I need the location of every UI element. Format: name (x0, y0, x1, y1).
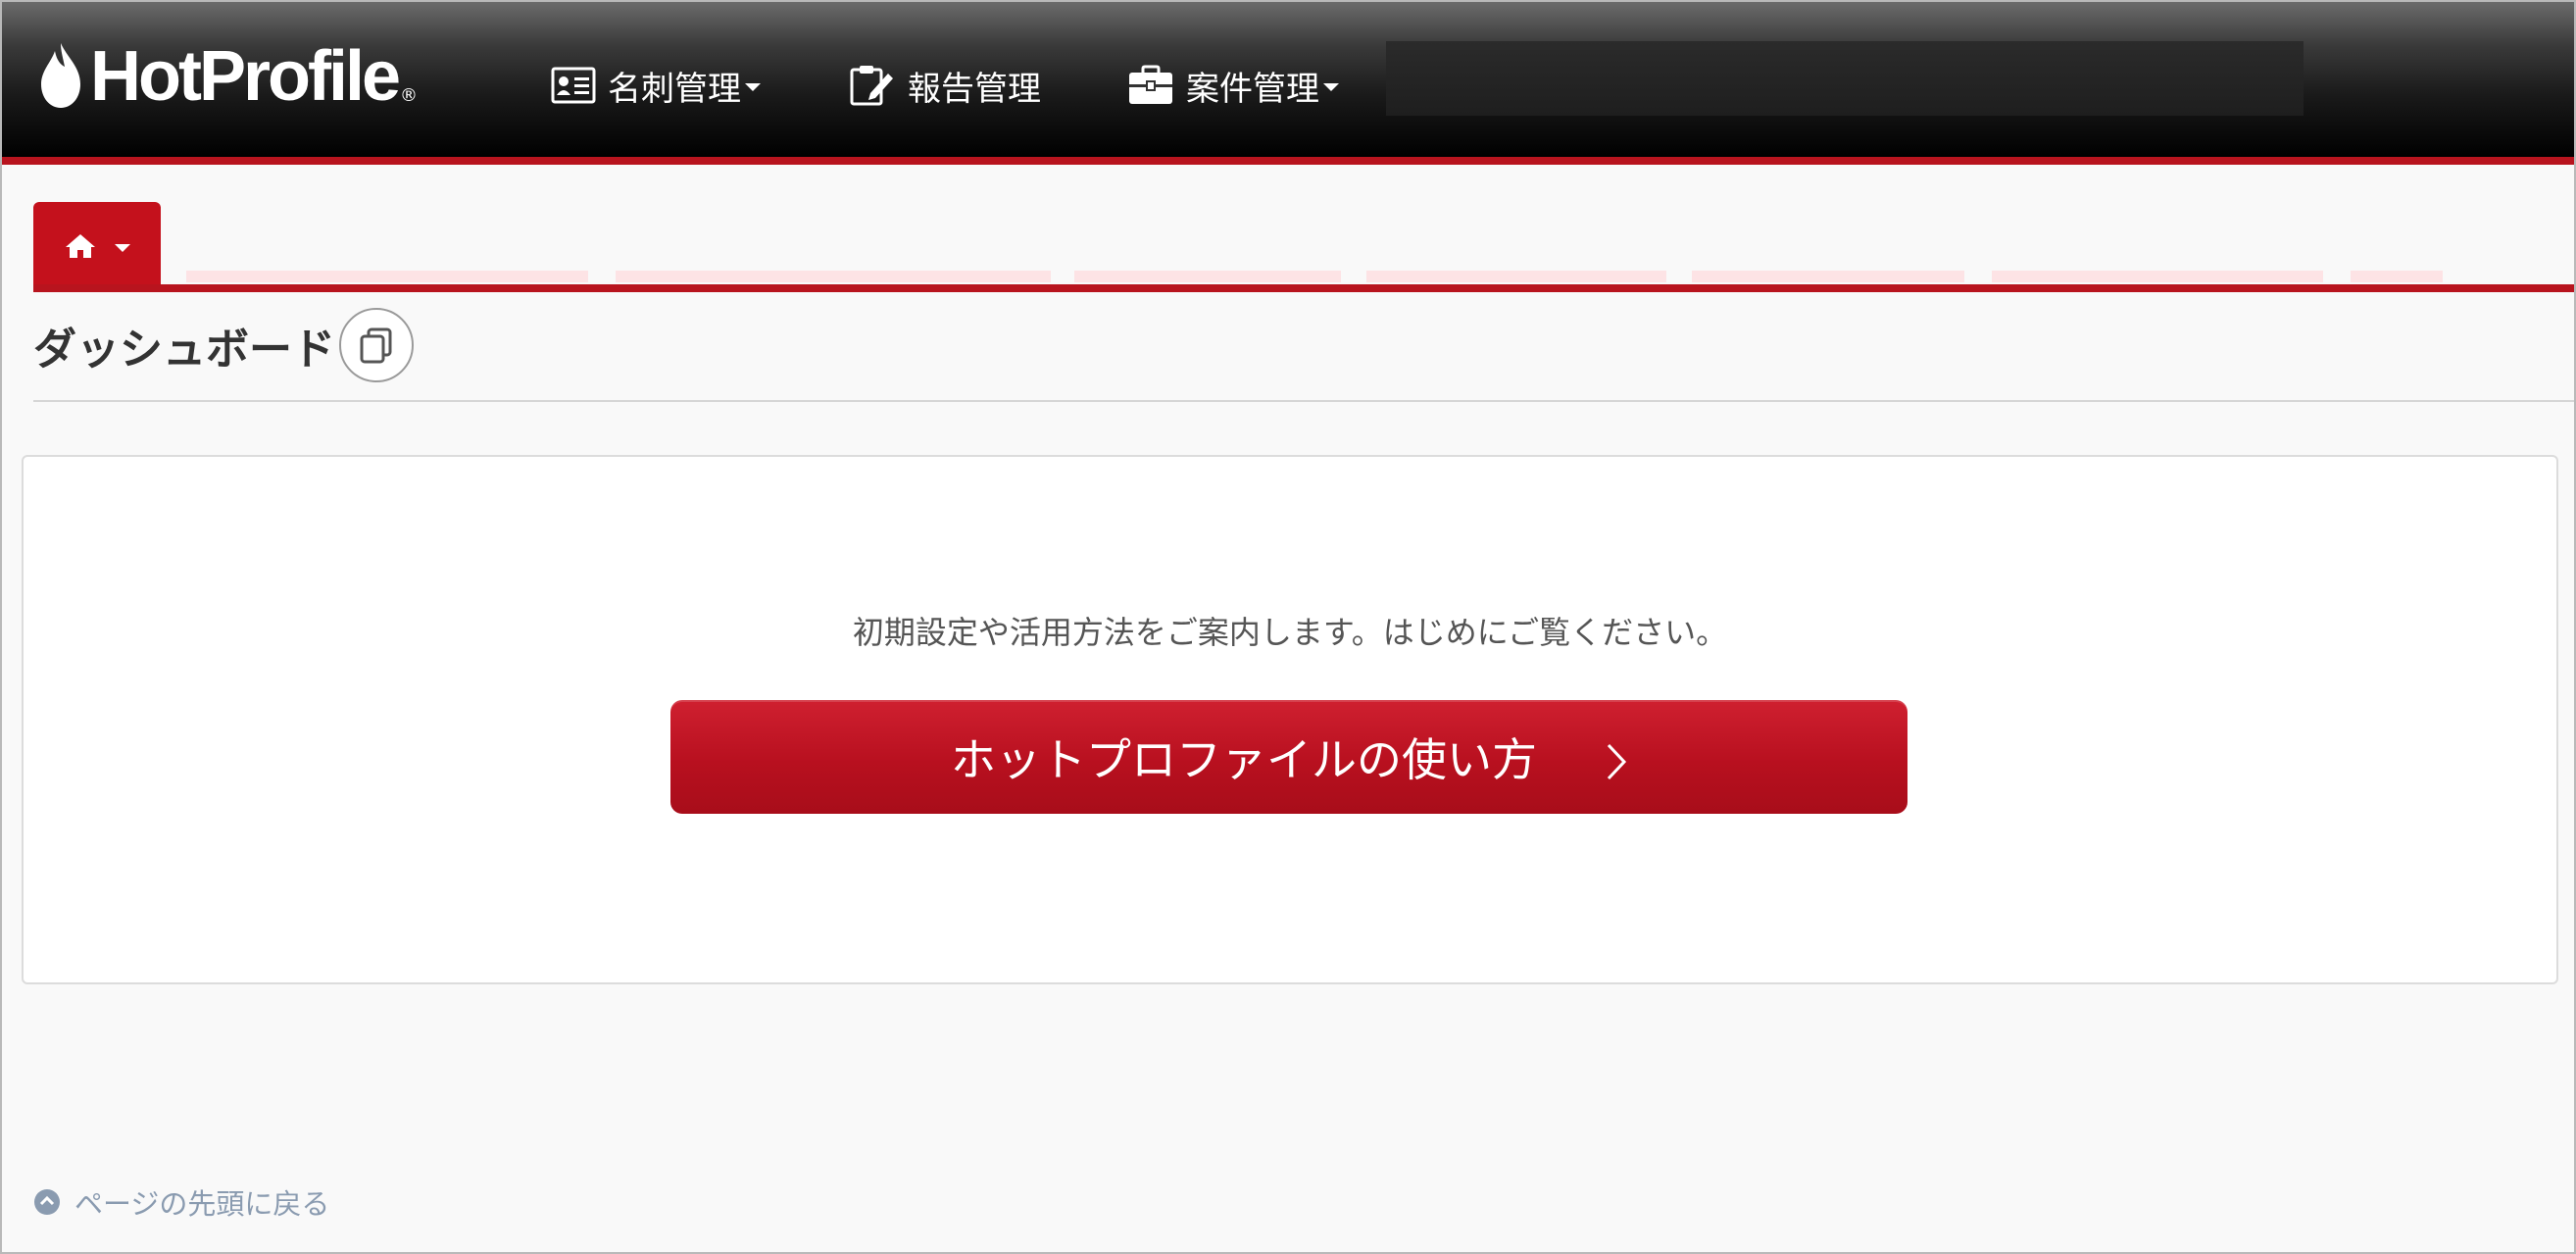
intro-text: 初期設定や活用方法をご案内します。はじめにご覧ください。 (852, 614, 1728, 651)
placeholder-tab (1692, 271, 1964, 282)
back-to-top-link[interactable]: ページの先頭に戻る (33, 1182, 329, 1222)
business-card-icon (551, 67, 596, 104)
how-to-use-button-label: ホットプロファイルの使い方 (951, 733, 1537, 786)
nav-deals[interactable]: 案件管理 (1127, 59, 1339, 112)
briefcase-icon (1129, 65, 1172, 104)
flame-icon (41, 43, 80, 108)
placeholder-tab (1366, 271, 1666, 282)
hotprofile-logo[interactable]: HotProfile ® (37, 35, 418, 118)
page-header: ダッシュボード (33, 306, 414, 384)
placeholder-tab (1992, 271, 2323, 282)
home-icon (66, 234, 95, 258)
nav-business-cards[interactable]: 名刺管理 (551, 59, 761, 112)
logo-text: HotProfile (90, 37, 401, 116)
chevron-right-icon (1607, 743, 1627, 780)
logo-registered-mark: ® (400, 85, 419, 106)
placeholder-tab (1074, 271, 1341, 282)
report-edit-icon (850, 66, 893, 106)
page-title: ダッシュボード (33, 325, 335, 375)
title-divider (33, 400, 2574, 402)
tab-home[interactable] (33, 202, 161, 290)
nav-reports-label: 報告管理 (908, 69, 1041, 109)
arrow-up-circle-icon (34, 1189, 60, 1215)
back-to-top-label: ページの先頭に戻る (74, 1187, 330, 1221)
placeholder-tab (186, 271, 588, 282)
chevron-down-icon (115, 244, 130, 252)
top-navbar: HotProfile ® 名刺管理 報告管理 案件管理 (2, 2, 2574, 165)
placeholder-tab (2351, 271, 2443, 282)
how-to-use-button[interactable]: ホットプロファイルの使い方 (670, 700, 1907, 814)
nav-business-cards-label: 名刺管理 (608, 69, 741, 109)
chevron-down-icon (745, 83, 761, 91)
copy-button[interactable] (339, 308, 414, 382)
nav-reports[interactable]: 報告管理 (849, 59, 1041, 112)
app-window: HotProfile ® 名刺管理 報告管理 案件管理 ダッシュボード 初期設定… (0, 0, 2576, 1254)
nav-deals-label: 案件管理 (1186, 69, 1319, 109)
chevron-down-icon (1323, 83, 1339, 91)
guide-panel: 初期設定や活用方法をご案内します。はじめにご覧ください。 ホットプロファイルの使… (22, 455, 2558, 984)
copy-icon (360, 327, 392, 364)
redacted-user-area (1386, 41, 2304, 116)
tab-underline (33, 284, 2574, 292)
tab-bar (2, 165, 2574, 294)
placeholder-tab (616, 271, 1051, 282)
